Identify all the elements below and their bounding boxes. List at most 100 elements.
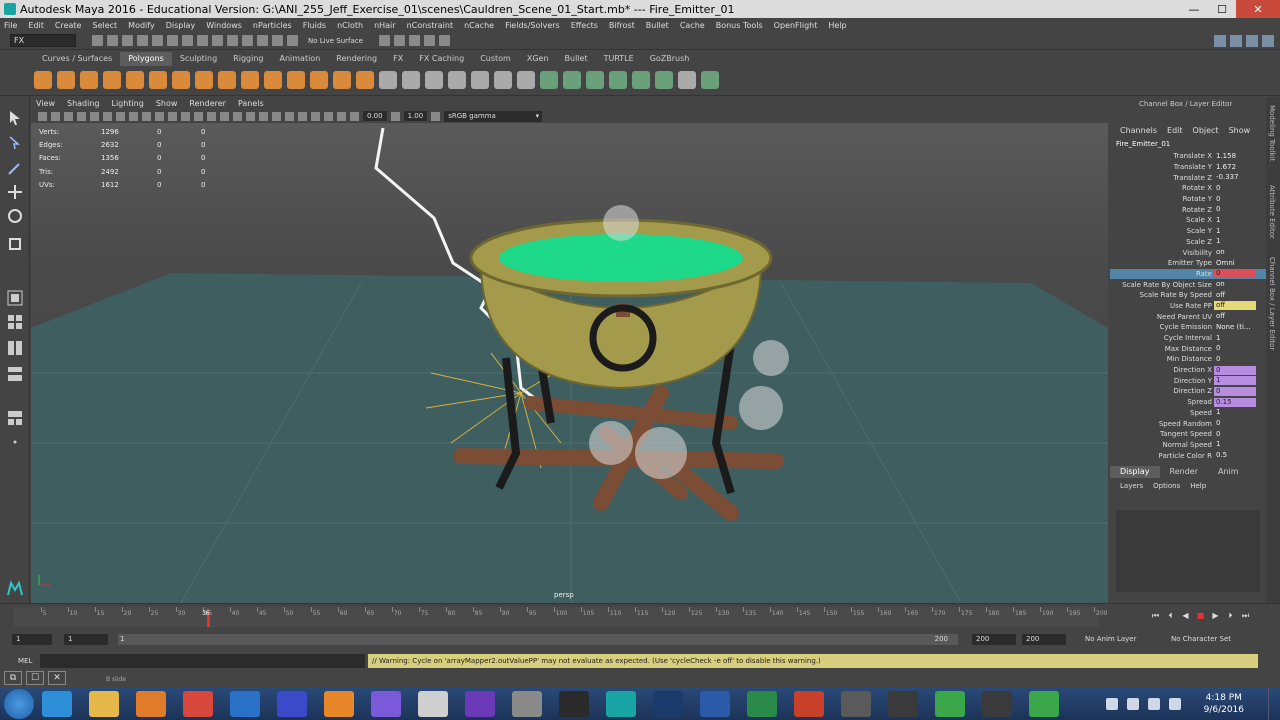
- uv-layout-icon[interactable]: [655, 71, 673, 89]
- excel-icon[interactable]: [747, 690, 777, 717]
- maya-icon[interactable]: [606, 690, 636, 717]
- attribute-value[interactable]: 1: [1214, 237, 1256, 246]
- attribute-label[interactable]: Max Distance: [1110, 345, 1214, 353]
- menu-set-dropdown[interactable]: FX: [10, 34, 76, 47]
- attribute-value[interactable]: 0: [1214, 419, 1256, 428]
- attribute-row[interactable]: Scale Z1: [1110, 237, 1266, 248]
- udk-icon[interactable]: [982, 690, 1012, 717]
- side-tab-channel-box-layer-editor[interactable]: Channel Box / Layer Editor: [1268, 257, 1276, 350]
- attribute-label[interactable]: Rate: [1110, 270, 1214, 278]
- camera-attributes-icon[interactable]: [51, 111, 60, 121]
- attribute-row[interactable]: Emitter Type Omni: [1110, 258, 1266, 269]
- attribute-row[interactable]: Cycle Emission None (ti...: [1110, 322, 1266, 333]
- view-transform-dropdown[interactable]: sRGB gamma: [444, 110, 543, 122]
- attribute-value[interactable]: 0: [1214, 344, 1256, 353]
- multi-cut-icon[interactable]: [402, 71, 420, 89]
- redo-icon[interactable]: [152, 35, 163, 46]
- panel-menu-view[interactable]: View: [36, 99, 55, 108]
- attribute-row[interactable]: Scale Y1: [1110, 226, 1266, 237]
- stop-button[interactable]: ■: [1195, 610, 1206, 621]
- channel-box-menu-edit[interactable]: Edit: [1167, 126, 1183, 135]
- attribute-value[interactable]: 0: [1214, 184, 1256, 193]
- snap-curve-icon[interactable]: [227, 35, 238, 46]
- xray-joints-icon[interactable]: [337, 111, 346, 121]
- move-tool-icon[interactable]: [7, 184, 23, 200]
- menu-fields-solvers[interactable]: Fields/Solvers: [505, 21, 560, 30]
- time-slider-track[interactable]: 5101520253035404550556065707580859095100…: [14, 607, 1107, 627]
- attribute-value[interactable]: 0: [1214, 386, 1256, 396]
- menu-help[interactable]: Help: [828, 21, 846, 30]
- attribute-value[interactable]: 1.672: [1214, 163, 1256, 172]
- step-forward-frame-button[interactable]: ⏵: [1225, 610, 1236, 621]
- attribute-label[interactable]: Direction X: [1110, 366, 1214, 374]
- panel-menu-panels[interactable]: Panels: [238, 99, 264, 108]
- attribute-row[interactable]: Particle Color R 0.5: [1110, 450, 1266, 461]
- merge-icon[interactable]: [517, 71, 535, 89]
- word-icon[interactable]: [700, 690, 730, 717]
- layout-icon[interactable]: [1214, 35, 1226, 47]
- camtasia-icon[interactable]: [935, 690, 965, 717]
- snap-view-icon[interactable]: [257, 35, 268, 46]
- safe-title-icon[interactable]: [168, 111, 177, 121]
- attribute-label[interactable]: Direction Z: [1110, 387, 1214, 395]
- attribute-value[interactable]: -0.337: [1214, 173, 1256, 182]
- more-layouts-icon[interactable]: [7, 434, 23, 450]
- maximize-button[interactable]: ☐: [1208, 0, 1236, 18]
- smooth-shade-icon[interactable]: [194, 111, 203, 121]
- powerpoint-icon[interactable]: [794, 690, 824, 717]
- layer-tab-anim[interactable]: Anim: [1208, 466, 1249, 478]
- shelf-tab-rigging[interactable]: Rigging: [225, 52, 271, 66]
- attribute-row[interactable]: Speed Random 0: [1110, 418, 1266, 429]
- attribute-value[interactable]: 0: [1214, 205, 1256, 214]
- select-component-icon[interactable]: [197, 35, 208, 46]
- menu-bullet[interactable]: Bullet: [646, 21, 669, 30]
- menu-bonus-tools[interactable]: Bonus Tools: [716, 21, 763, 30]
- shelf-tab-bullet[interactable]: Bullet: [557, 52, 596, 66]
- layer-tab-render[interactable]: Render: [1160, 466, 1208, 478]
- attribute-row[interactable]: Need Parent UV off: [1110, 311, 1266, 322]
- paint-select-icon[interactable]: [7, 160, 23, 176]
- playback-start-field[interactable]: 1: [64, 634, 108, 645]
- attribute-label[interactable]: Normal Speed: [1110, 441, 1214, 449]
- select-hierarchy-icon[interactable]: [167, 35, 178, 46]
- undo-icon[interactable]: [137, 35, 148, 46]
- attribute-row[interactable]: Use Rate PP off: [1110, 301, 1266, 312]
- show-hidden-icons-icon[interactable]: [1105, 697, 1118, 710]
- attribute-value[interactable]: 0: [1214, 430, 1256, 439]
- select-tool-icon[interactable]: [7, 110, 23, 126]
- select-camera-icon[interactable]: [38, 111, 47, 121]
- attribute-row[interactable]: Visibility on: [1110, 247, 1266, 258]
- channel-box-menu-object[interactable]: Object: [1193, 126, 1219, 135]
- menu-fluids[interactable]: Fluids: [303, 21, 326, 30]
- poly-cube-icon[interactable]: [57, 71, 75, 89]
- image-plane-icon[interactable]: [77, 111, 86, 121]
- boolean-icon[interactable]: [264, 71, 282, 89]
- motion-blur-icon[interactable]: [272, 111, 281, 121]
- close-icon[interactable]: ✕: [48, 671, 66, 685]
- checker-icon[interactable]: [678, 71, 696, 89]
- render-frame-icon[interactable]: [378, 35, 390, 46]
- epic-games-icon[interactable]: [559, 690, 589, 717]
- smooth-icon[interactable]: [287, 71, 305, 89]
- attribute-row[interactable]: Rotate Z0: [1110, 204, 1266, 215]
- panel-menu-lighting[interactable]: Lighting: [111, 99, 143, 108]
- poly-cylinder-icon[interactable]: [80, 71, 98, 89]
- clock[interactable]: 4:18 PM 9/6/2016: [1204, 692, 1244, 716]
- command-input[interactable]: [40, 654, 365, 668]
- attribute-value[interactable]: off: [1214, 291, 1256, 300]
- file-explorer-icon[interactable]: [89, 690, 119, 717]
- field-chart-icon[interactable]: [142, 111, 151, 121]
- menu-ncache[interactable]: nCache: [464, 21, 494, 30]
- step-back-frame-button[interactable]: ◀: [1180, 610, 1191, 621]
- panel-menu-renderer[interactable]: Renderer: [189, 99, 226, 108]
- menu-windows[interactable]: Windows: [206, 21, 242, 30]
- internet-explorer-icon[interactable]: [42, 690, 72, 717]
- attribute-label[interactable]: Scale Z: [1110, 238, 1214, 246]
- attribute-row[interactable]: Scale X1: [1110, 215, 1266, 226]
- shelf-tab-custom[interactable]: Custom: [472, 52, 519, 66]
- attribute-row[interactable]: Min Distance 0: [1110, 354, 1266, 365]
- attribute-value[interactable]: 0: [1214, 355, 1256, 364]
- shelf-tab-xgen[interactable]: XGen: [519, 52, 557, 66]
- attribute-label[interactable]: Visibility: [1110, 249, 1214, 257]
- calculator-icon[interactable]: [512, 690, 542, 717]
